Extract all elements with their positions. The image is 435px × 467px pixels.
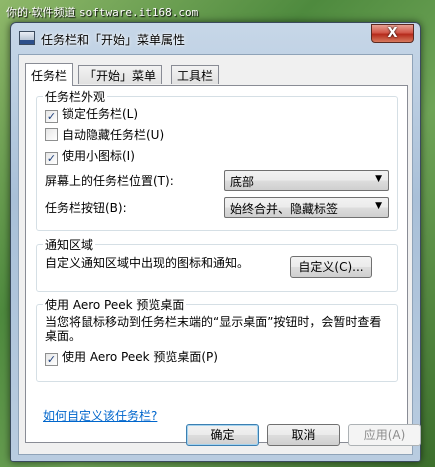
location-select[interactable]: 底部 ▼ <box>224 170 389 191</box>
aero-peek-checkbox[interactable]: ✓ <box>45 353 58 366</box>
taskbar-app-icon <box>19 31 35 45</box>
small-icons-checkbox[interactable]: ✓ <box>45 152 58 165</box>
lock-taskbar-checkbox[interactable]: ✓ <box>45 110 58 123</box>
group-notification-title: 通知区域 <box>43 236 96 253</box>
window-title: 任务栏和「开始」菜单属性 <box>41 33 186 47</box>
apply-button[interactable]: 应用(A) <box>348 424 421 446</box>
customize-button[interactable]: 自定义(C)... <box>290 256 372 278</box>
chevron-down-icon: ▼ <box>375 174 382 184</box>
auto-hide-option[interactable]: 自动隐藏任务栏(U) <box>45 127 164 143</box>
ok-button[interactable]: 确定 <box>186 424 259 446</box>
small-icons-option[interactable]: ✓ 使用小图标(I) <box>45 148 135 165</box>
tab-panel-taskbar: 任务栏外观 ✓ 锁定任务栏(L) 自动隐藏任务栏(U) ✓ 使用小图标(I) 屏幕上… <box>25 85 408 443</box>
buttons-label: 任务栏按钮(B): <box>45 201 127 215</box>
title-bar[interactable]: 任务栏和「开始」菜单属性 X <box>11 23 420 53</box>
cancel-button[interactable]: 取消 <box>267 424 340 446</box>
dialog-client: 任务栏 「开始」菜单 工具栏 任务栏外观 ✓ 锁定任务栏(L) 自动隐藏任务栏(U… <box>18 54 421 455</box>
lock-taskbar-label: 锁定任务栏(L) <box>62 107 139 121</box>
auto-hide-label: 自动隐藏任务栏(U) <box>62 128 165 142</box>
buttons-select[interactable]: 始终合并、隐藏标签 ▼ <box>224 197 389 218</box>
notification-description: 自定义通知区域中出现的图标和通知。 <box>45 256 250 270</box>
auto-hide-checkbox[interactable] <box>45 128 58 141</box>
close-button[interactable]: X <box>371 24 414 43</box>
aero-peek-label: 使用 Aero Peek 预览桌面(P) <box>62 350 218 364</box>
aero-peek-option[interactable]: ✓ 使用 Aero Peek 预览桌面(P) <box>45 349 218 366</box>
group-appearance-title: 任务栏外观 <box>43 88 108 105</box>
watermark-prefix: 你的·软件频道 <box>6 6 76 19</box>
chevron-down-icon: ▼ <box>375 201 382 211</box>
group-appearance: 任务栏外观 ✓ 锁定任务栏(L) 自动隐藏任务栏(U) ✓ 使用小图标(I) 屏幕上… <box>36 88 398 231</box>
watermark: 你的·软件频道 software.it168.com <box>6 4 198 20</box>
group-notification: 通知区域 自定义通知区域中出现的图标和通知。 自定义(C)... <box>36 236 398 292</box>
buttons-value: 始终合并、隐藏标签 <box>230 202 339 216</box>
tab-start-menu[interactable]: 「开始」菜单 <box>78 65 163 84</box>
check-icon: ✓ <box>46 110 57 123</box>
group-aero-peek-title: 使用 Aero Peek 预览桌面 <box>43 296 187 313</box>
location-value: 底部 <box>230 175 255 189</box>
tab-toolbars[interactable]: 工具栏 <box>171 65 220 84</box>
aero-peek-description: 当您将鼠标移动到任务栏末端的“显示桌面”按钮时，会暂时查看桌面。 <box>45 315 382 343</box>
watermark-host: software.it168.com <box>79 6 199 19</box>
group-aero-peek: 使用 Aero Peek 预览桌面 当您将鼠标移动到任务栏末端的“显示桌面”按钮… <box>36 296 398 382</box>
close-icon: X <box>387 26 398 41</box>
help-link[interactable]: 如何自定义该任务栏? <box>43 407 157 424</box>
check-icon: ✓ <box>46 152 57 165</box>
check-icon: ✓ <box>46 353 57 366</box>
tab-taskbar[interactable]: 任务栏 <box>25 63 74 86</box>
small-icons-label: 使用小图标(I) <box>62 149 135 163</box>
properties-dialog: 任务栏和「开始」菜单属性 X 任务栏 「开始」菜单 工具栏 任务栏外观 ✓ 锁定任… <box>10 22 421 462</box>
lock-taskbar-option[interactable]: ✓ 锁定任务栏(L) <box>45 106 139 123</box>
location-label: 屏幕上的任务栏位置(T): <box>45 174 174 188</box>
